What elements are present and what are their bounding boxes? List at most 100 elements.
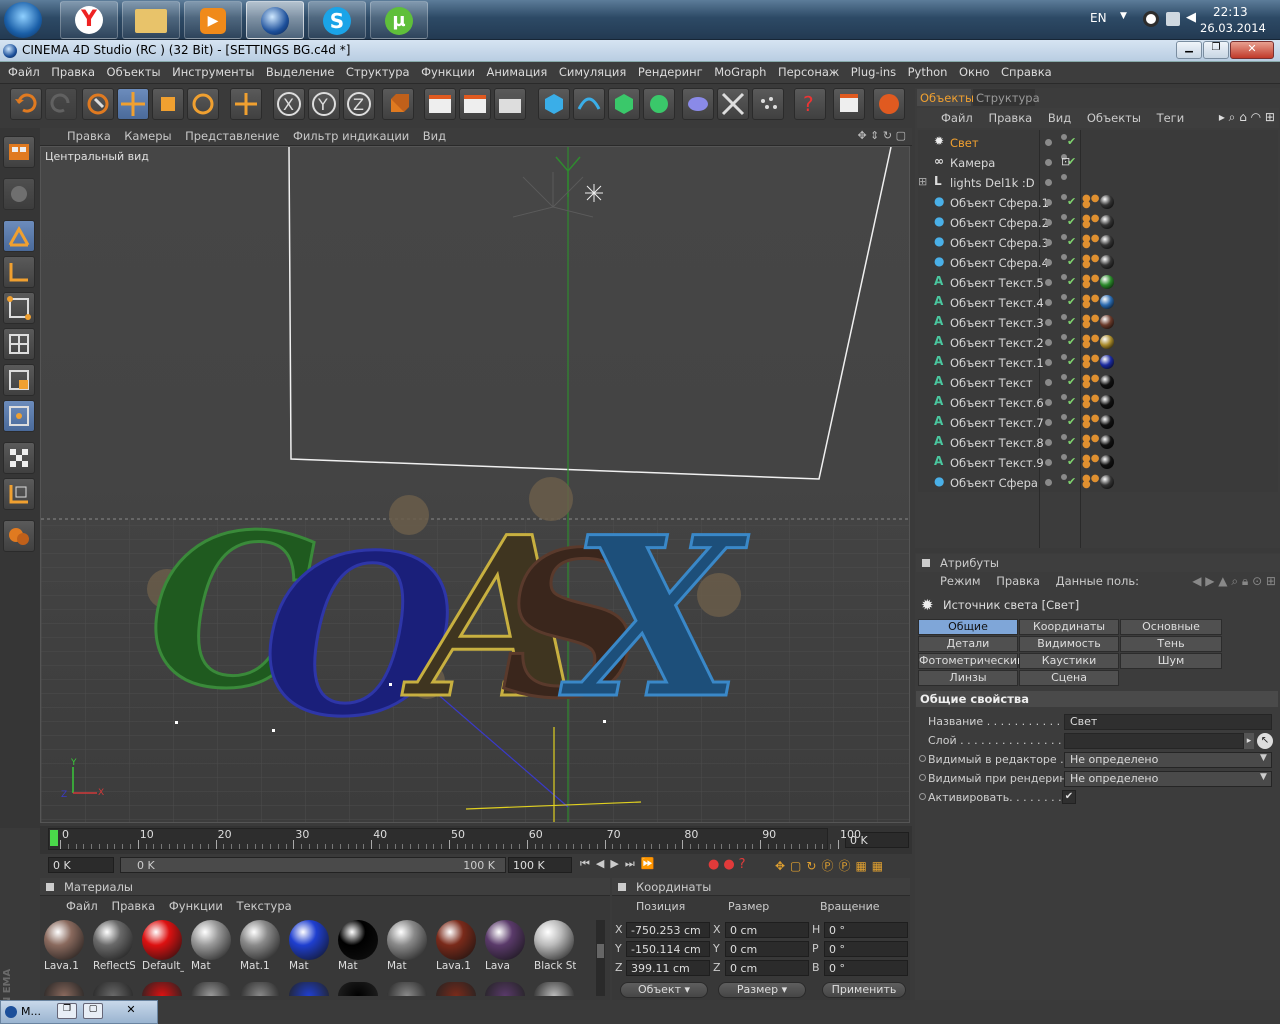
- phong-tag-icon[interactable]: ●● ●: [1082, 334, 1099, 350]
- coordinate-system-icon[interactable]: [382, 88, 414, 120]
- utorrent-icon[interactable]: µ: [370, 1, 428, 39]
- rotation-field[interactable]: 0 °: [824, 922, 908, 938]
- material-tag-icon[interactable]: [1100, 335, 1114, 349]
- material-swatch[interactable]: ReflectS: [91, 918, 135, 972]
- phong-tag-icon[interactable]: ●● ●: [1082, 374, 1099, 390]
- menu-file[interactable]: Файл: [4, 62, 44, 79]
- viewport-menu-edit[interactable]: Правка: [62, 128, 116, 143]
- rotation-field[interactable]: 0 °: [824, 960, 908, 976]
- editor-visibility-dot[interactable]: [1045, 239, 1052, 246]
- tray-icon[interactable]: [1143, 11, 1159, 27]
- menu-python[interactable]: Python: [904, 62, 952, 79]
- menu-plugins[interactable]: Plug-ins: [847, 62, 900, 79]
- layer-pick-icon[interactable]: ↖: [1257, 733, 1273, 749]
- enabled-check-icon[interactable]: ✔: [1067, 295, 1076, 308]
- cube-icon[interactable]: [538, 88, 570, 120]
- material-swatch[interactable]: Mat: [189, 918, 233, 972]
- object-row[interactable]: ✹ Свет ✔: [918, 133, 1278, 153]
- yandex-browser-icon[interactable]: Y: [60, 1, 118, 39]
- keyframe-tools-icons[interactable]: ✥▢↻ⓅⓅ▦▦: [775, 857, 910, 873]
- attribute-tab[interactable]: Фотометрический: [918, 653, 1024, 669]
- phong-tag-icon[interactable]: ●● ●: [1082, 194, 1099, 210]
- enabled-check-icon[interactable]: ✔: [1067, 235, 1076, 248]
- editor-visibility-dot[interactable]: [1045, 279, 1052, 286]
- material-preview-ball[interactable]: [485, 982, 525, 996]
- material-tag-icon[interactable]: [1100, 395, 1114, 409]
- material-preview-ball[interactable]: [534, 982, 574, 996]
- current-frame-marker[interactable]: [50, 830, 58, 846]
- phong-tag-icon[interactable]: ●● ●: [1082, 474, 1099, 490]
- animation-key-dot[interactable]: [919, 793, 926, 800]
- maximize-button[interactable]: ▢: [83, 1003, 103, 1019]
- object-row[interactable]: A Объект Текст.4 ✔ ●● ●: [918, 293, 1278, 313]
- editor-visibility-dot[interactable]: [1045, 379, 1052, 386]
- editor-visibility-dot[interactable]: [1045, 439, 1052, 446]
- phong-tag-icon[interactable]: ●● ●: [1082, 234, 1099, 250]
- record-keys-icons[interactable]: ●●?: [708, 857, 768, 873]
- material-tag-icon[interactable]: [1100, 455, 1114, 469]
- menu-structure[interactable]: Структура: [342, 62, 414, 79]
- material-swatch[interactable]: Mat: [385, 918, 429, 972]
- animation-key-dot[interactable]: [919, 755, 926, 762]
- particles-icon[interactable]: [752, 88, 784, 120]
- help-icon[interactable]: ?: [794, 88, 826, 120]
- workplane-icon[interactable]: [3, 478, 35, 510]
- material-swatch[interactable]: Lava.1: [434, 918, 478, 972]
- attributes-nav-icons[interactable]: ◀ ▶ ▲ ⌕ 🔒︎ ⊙ ⊞: [1192, 574, 1276, 589]
- tab-structure[interactable]: Структура: [973, 89, 1040, 106]
- materials-menu-functions[interactable]: Функции: [169, 899, 223, 913]
- phong-tag-icon[interactable]: ●● ●: [1082, 434, 1099, 450]
- enabled-check-icon[interactable]: ✔: [1067, 455, 1076, 468]
- edges-mode-icon[interactable]: [3, 328, 35, 360]
- rotation-field[interactable]: 0 °: [824, 941, 908, 957]
- scale-icon[interactable]: [152, 88, 184, 120]
- calendar-icon[interactable]: [833, 88, 865, 120]
- material-swatch[interactable]: Black St: [532, 918, 576, 972]
- material-tag-icon[interactable]: [1100, 275, 1114, 289]
- expand-icon[interactable]: ⊞: [918, 175, 927, 188]
- phong-tag-icon[interactable]: ●● ●: [1082, 294, 1099, 310]
- object-row[interactable]: A Объект Текст.9 ✔ ●● ●: [918, 453, 1278, 473]
- editor-visibility-dot[interactable]: [1045, 299, 1052, 306]
- editor-visibility-dot[interactable]: [1045, 359, 1052, 366]
- object-row[interactable]: A Объект Текст.7 ✔ ●● ●: [918, 413, 1278, 433]
- attribute-tab[interactable]: Детали: [918, 636, 1018, 652]
- object-row[interactable]: A Объект Текст.8 ✔ ●● ●: [918, 433, 1278, 453]
- visibility-dropdown[interactable]: Не определено: [1064, 771, 1272, 787]
- enabled-check-icon[interactable]: ✔: [1067, 135, 1076, 148]
- range-slider[interactable]: 0 K 100 K: [120, 857, 506, 873]
- attribute-tab[interactable]: Основные: [1120, 619, 1222, 635]
- objects-menu-view[interactable]: Вид: [1048, 111, 1071, 125]
- deformer-icon[interactable]: [682, 88, 714, 120]
- uv-mode-icon[interactable]: [3, 400, 35, 432]
- enabled-check-icon[interactable]: ✔: [1067, 375, 1076, 388]
- chevron-down-icon[interactable]: ▼: [1260, 753, 1267, 763]
- phong-tag-icon[interactable]: ●● ●: [1082, 274, 1099, 290]
- viewport-3d[interactable]: Центральный вид C O A S X Y X Z: [40, 146, 910, 823]
- attribute-tab[interactable]: Видимость: [1019, 636, 1119, 652]
- skype-icon[interactable]: S: [308, 1, 366, 39]
- phong-tag-icon[interactable]: ●● ●: [1082, 394, 1099, 410]
- z-axis-lock-icon[interactable]: Z: [343, 88, 375, 120]
- material-preview-ball[interactable]: [93, 982, 133, 996]
- phong-tag-icon[interactable]: ●● ●: [1082, 254, 1099, 270]
- materials-menu-texture[interactable]: Текстура: [236, 899, 291, 913]
- attribute-tab[interactable]: Линзы: [918, 670, 1018, 686]
- editor-visibility-dot[interactable]: [1045, 219, 1052, 226]
- add-object-icon[interactable]: [230, 88, 262, 120]
- clock-date[interactable]: 26.03.2014: [1200, 21, 1266, 35]
- object-row[interactable]: ● Объект Сфера.2 ✔ ●● ●: [918, 213, 1278, 233]
- attributes-menu-userdata[interactable]: Данные поль:: [1056, 574, 1139, 588]
- y-axis-lock-icon[interactable]: Y: [308, 88, 340, 120]
- animation-key-dot[interactable]: [919, 774, 926, 781]
- material-tag-icon[interactable]: [1100, 195, 1114, 209]
- menu-character[interactable]: Персонаж: [774, 62, 843, 79]
- layout-icon[interactable]: [3, 136, 35, 168]
- enabled-check-icon[interactable]: ✔: [1067, 475, 1076, 488]
- menu-objects[interactable]: Объекты: [103, 62, 165, 79]
- material-swatch[interactable]: Mat: [287, 918, 331, 972]
- file-explorer-icon[interactable]: [122, 1, 180, 39]
- attribute-tab[interactable]: Сцена: [1019, 670, 1119, 686]
- objects-menu-edit[interactable]: Правка: [988, 111, 1032, 125]
- material-swatch[interactable]: Mat: [336, 918, 380, 972]
